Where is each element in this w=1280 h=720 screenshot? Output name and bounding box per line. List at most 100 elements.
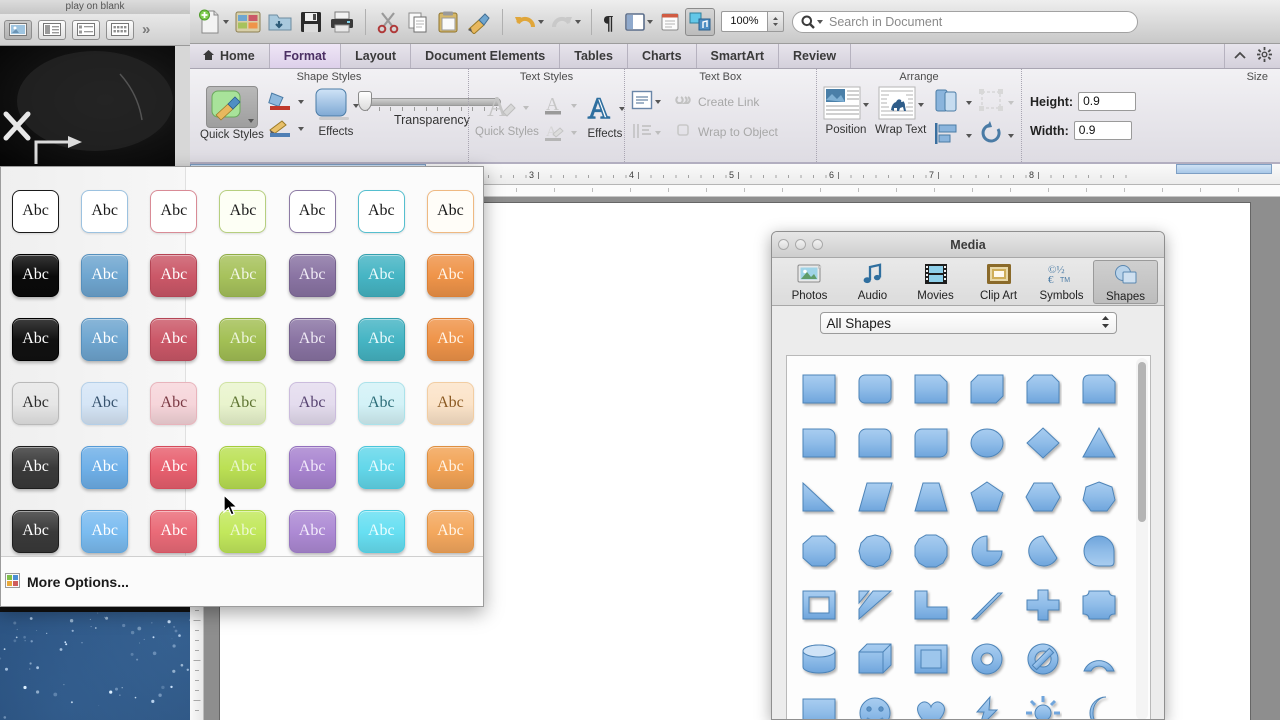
media-browser-titlebar[interactable]: Media <box>772 232 1164 258</box>
gallery-swatch-cell[interactable]: Abc <box>70 307 139 371</box>
text-line-icon[interactable]: A <box>543 120 569 145</box>
new-document-button[interactable] <box>196 7 231 37</box>
style-swatch[interactable]: Abc <box>427 510 474 553</box>
line-bar-icon[interactable] <box>968 586 1006 624</box>
chord-icon[interactable] <box>1024 532 1062 570</box>
shape-cell[interactable] <box>1071 362 1127 416</box>
chevron-down-icon[interactable] <box>298 100 304 104</box>
style-swatch[interactable]: Abc <box>219 254 266 297</box>
shape-cell[interactable] <box>1015 470 1071 524</box>
width-input[interactable]: 0.9 <box>1074 121 1132 140</box>
style-swatch[interactable]: Abc <box>289 446 336 489</box>
gallery-swatch-cell[interactable]: Abc <box>278 499 347 563</box>
diagonal-stripe-icon[interactable] <box>856 586 894 624</box>
shapes-grid[interactable] <box>787 356 1135 720</box>
shape-cell[interactable] <box>959 686 1015 720</box>
shape-cell[interactable] <box>1015 578 1071 632</box>
media-tab-audio[interactable]: Audio <box>841 260 904 302</box>
gallery-swatch-cell[interactable]: Abc <box>208 371 277 435</box>
lightning-bolt-icon[interactable] <box>968 694 1006 720</box>
round-same-side-corner-rectangle-icon[interactable] <box>856 424 894 462</box>
style-swatch[interactable]: Abc <box>358 446 405 489</box>
chevron-down-icon[interactable] <box>1008 101 1014 105</box>
sidebar-button[interactable] <box>622 9 655 35</box>
gallery-swatch-cell[interactable]: Abc <box>347 243 416 307</box>
frame-icon[interactable] <box>800 586 838 624</box>
shape-cell[interactable] <box>1015 632 1071 686</box>
sun-icon[interactable] <box>1024 694 1062 720</box>
gallery-swatch-cell[interactable]: Abc <box>1 243 70 307</box>
gallery-swatch-cell[interactable]: Abc <box>1 435 70 499</box>
group-objects-icon[interactable] <box>978 88 1006 117</box>
style-swatch[interactable]: Abc <box>150 254 197 297</box>
show-formatting-button[interactable]: ¶ <box>600 9 620 35</box>
media-tab-symbols[interactable]: ©½€TMSymbols <box>1030 260 1093 302</box>
position-command[interactable]: Position <box>823 86 869 136</box>
shape-cell[interactable] <box>847 632 903 686</box>
list-view-button[interactable] <box>72 20 100 40</box>
style-swatch[interactable]: Abc <box>289 510 336 553</box>
gallery-swatch-cell[interactable]: Abc <box>347 371 416 435</box>
shape-cell[interactable] <box>959 632 1015 686</box>
style-swatch[interactable]: Abc <box>427 446 474 489</box>
gallery-swatch-cell[interactable]: Abc <box>347 499 416 563</box>
fill-color-icon[interactable] <box>268 89 296 114</box>
media-browser-button[interactable] <box>685 8 715 36</box>
line-color-icon[interactable] <box>268 116 296 141</box>
chevron-down-icon[interactable] <box>538 20 544 24</box>
shape-cell[interactable] <box>847 362 903 416</box>
video-preview[interactable] <box>0 46 175 166</box>
donut-icon[interactable] <box>968 640 1006 678</box>
chevron-down-icon[interactable] <box>223 20 229 24</box>
template-gallery-button[interactable] <box>233 8 263 36</box>
text-effects-icon[interactable]: A <box>585 90 617 127</box>
tab-review[interactable]: Review <box>779 44 851 68</box>
tab-smartart[interactable]: SmartArt <box>697 44 780 68</box>
teardrop-icon[interactable] <box>1080 532 1118 570</box>
gallery-swatch-cell[interactable]: Abc <box>278 307 347 371</box>
shape-cell[interactable] <box>791 632 847 686</box>
style-swatch[interactable]: Abc <box>289 318 336 361</box>
quick-styles-command[interactable]: Quick Styles <box>200 86 264 141</box>
create-link-command[interactable]: Create Link <box>673 92 778 111</box>
style-swatch[interactable]: Abc <box>12 446 59 489</box>
shape-cell[interactable] <box>903 686 959 720</box>
height-input[interactable]: 0.9 <box>1078 92 1136 111</box>
pie-icon[interactable] <box>968 532 1006 570</box>
snip-and-round-corner-rectangle-icon[interactable] <box>1080 370 1118 408</box>
gallery-swatch-cell[interactable]: Abc <box>139 435 208 499</box>
style-swatch[interactable]: Abc <box>427 318 474 361</box>
style-swatch[interactable]: Abc <box>427 382 474 425</box>
shape-cell[interactable] <box>1015 524 1071 578</box>
style-swatch[interactable]: Abc <box>150 318 197 361</box>
rectangle-icon[interactable] <box>800 370 838 408</box>
decagon-icon[interactable] <box>856 532 894 570</box>
shape-cell[interactable] <box>791 362 847 416</box>
search-box[interactable] <box>792 11 1138 33</box>
stepper-icon[interactable] <box>1101 315 1110 332</box>
chevron-down-icon[interactable] <box>817 20 823 24</box>
chevron-down-icon[interactable] <box>571 131 577 135</box>
gallery-swatch-cell[interactable]: Abc <box>347 307 416 371</box>
gallery-swatch-cell[interactable]: Abc <box>208 499 277 563</box>
chevron-down-icon[interactable] <box>966 101 972 105</box>
tab-format[interactable]: Format <box>270 44 341 68</box>
media-browser-window[interactable]: Media PhotosAudioMoviesClip Art©½€TMSymb… <box>771 231 1165 720</box>
diamond-icon[interactable] <box>1024 424 1062 462</box>
style-swatch[interactable]: Abc <box>150 510 197 553</box>
style-swatch[interactable]: Abc <box>358 254 405 297</box>
wrap-to-object-command[interactable]: Wrap to Object <box>673 122 778 141</box>
text-fill-icon[interactable]: A <box>543 93 569 118</box>
shape-cell[interactable] <box>791 524 847 578</box>
tab-document-elements[interactable]: Document Elements <box>411 44 560 68</box>
gallery-swatch-cell[interactable]: Abc <box>1 179 70 243</box>
wrap-text-dog-icon[interactable] <box>878 86 916 123</box>
slider-handle[interactable] <box>358 91 372 111</box>
format-painter-button[interactable] <box>464 8 494 36</box>
shape-cell[interactable] <box>1015 362 1071 416</box>
style-swatch[interactable]: Abc <box>219 318 266 361</box>
background-app-toolbar[interactable]: » <box>0 14 190 46</box>
style-swatch[interactable]: Abc <box>81 318 128 361</box>
parallelogram-icon[interactable] <box>856 478 894 516</box>
split-view-button[interactable] <box>38 20 66 40</box>
